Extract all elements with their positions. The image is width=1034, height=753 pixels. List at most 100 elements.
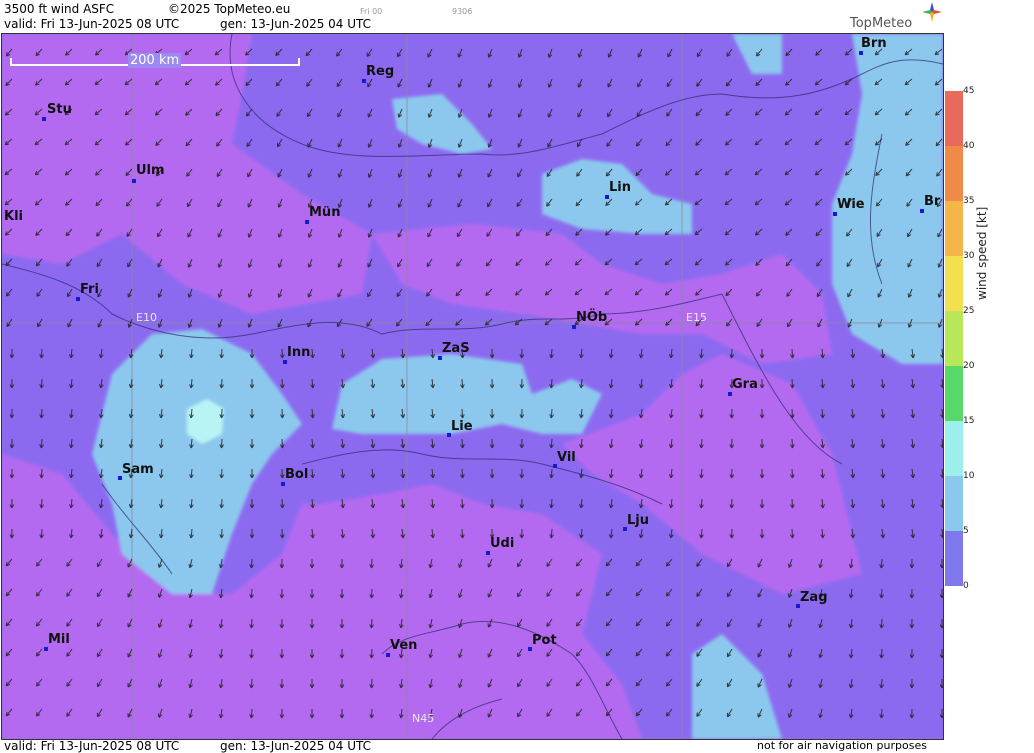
wind-field-svg (2, 34, 943, 739)
city-label: Sam (122, 462, 154, 477)
city-marker (283, 360, 287, 364)
wind-arrow-head (157, 713, 160, 718)
city-label: Fri (80, 282, 99, 297)
city-marker (132, 179, 136, 183)
scale-bar-tick-left (10, 58, 12, 66)
grid-label-e15: E15 (686, 311, 707, 324)
wind-arrow-head (517, 53, 520, 58)
wind-arrow-head (157, 563, 160, 568)
city-marker (438, 356, 442, 360)
city-label: Mün (309, 205, 341, 220)
wind-arrow-head (547, 53, 550, 58)
legend-color-band (945, 476, 963, 531)
wind-arrow-head (367, 203, 370, 208)
wind-arrow-head (907, 323, 910, 328)
wind-arrow-head (487, 53, 490, 58)
legend-color-band (945, 91, 963, 146)
scale-bar: 200 km (10, 53, 300, 68)
wind-arrow-head (397, 173, 400, 178)
wind-arrow-head (397, 203, 400, 208)
city-label: NÖb (576, 310, 608, 325)
copyright: ©2025 TopMeteo.eu (168, 2, 291, 16)
legend-tick-label: 10 (963, 471, 975, 481)
city-label: Lie (451, 419, 473, 434)
wind-arrow-head (247, 233, 250, 238)
city-marker (305, 220, 309, 224)
city-label: Lju (627, 513, 649, 528)
legend-tick-label: 15 (963, 416, 975, 426)
wind-arrow-head (307, 233, 310, 238)
wind-arrow-head (907, 293, 910, 298)
grid-label-e10: E10 (136, 311, 157, 324)
legend-color-band (945, 146, 963, 201)
legend-color-band (945, 421, 963, 476)
wind-arrow-head (427, 143, 430, 148)
wind-speed-legend (945, 91, 963, 586)
city-marker (859, 51, 863, 55)
wind-arrow-head (367, 173, 370, 178)
legend-tick-label: 5 (963, 526, 969, 536)
wind-arrow-head (277, 233, 280, 238)
wind-arrow-head (217, 293, 220, 298)
city-marker (572, 325, 576, 329)
city-marker (728, 392, 732, 396)
footer-disclaimer: not for air navigation purposes (757, 739, 927, 752)
wind-arrow-head (277, 293, 280, 298)
wind-arrow-head (157, 683, 160, 688)
city-label: Udi (490, 536, 515, 551)
product-code: 9306 (452, 7, 473, 16)
city-label: Ven (390, 638, 418, 653)
wind-arrow-head (157, 653, 160, 658)
city-marker (42, 117, 46, 121)
scale-bar-label: 200 km (128, 53, 182, 68)
legend-tick-label: 20 (963, 361, 975, 371)
wind-arrow-head (157, 593, 160, 598)
city-label: ZaS (442, 341, 470, 356)
legend-tick-label: 35 (963, 196, 975, 206)
wind-arrow-head (547, 83, 550, 88)
city-label: Brn (861, 36, 887, 51)
wind-arrow-head (337, 173, 340, 178)
wind-arrow-head (187, 323, 190, 328)
wind-arrow-head (127, 323, 130, 328)
city-marker (44, 647, 48, 651)
wind-arrow-head (247, 263, 250, 268)
legend-color-band (945, 201, 963, 256)
wind-arrow-head (517, 83, 520, 88)
product-title: 3500 ft wind ASFC (4, 2, 115, 16)
wind-arrow-head (427, 173, 430, 178)
wind-arrow-head (457, 83, 460, 88)
city-marker (833, 212, 837, 216)
legend-tick-label: 30 (963, 251, 975, 261)
wind-arrow-head (877, 323, 880, 328)
wind-map[interactable]: 200 km E10 E15 N45 Stu Reg Ulm Kli Mün L… (1, 33, 944, 740)
wind-arrow-head (217, 263, 220, 268)
city-marker (362, 79, 366, 83)
generated-time: gen: 13-Jun-2025 04 UTC (220, 17, 372, 31)
legend-color-band (945, 531, 963, 586)
city-label: Wie (837, 197, 865, 212)
wind-arrow-head (487, 83, 490, 88)
city-label: Inn (287, 345, 311, 360)
city-label: Lin (609, 180, 631, 195)
legend-color-band (945, 311, 963, 366)
city-label: Kli (4, 209, 23, 224)
city-label: Br (924, 194, 941, 209)
city-label: Reg (366, 64, 395, 79)
wind-arrow-head (517, 113, 520, 118)
city-label: Zag (800, 590, 828, 605)
city-label: Ulm (136, 163, 165, 178)
wind-arrow-head (397, 143, 400, 148)
logo-text: TopMeteo (850, 16, 913, 31)
city-marker (920, 209, 924, 213)
city-label: Gra (732, 377, 758, 392)
city-marker (281, 482, 285, 486)
legend-tick-label: 25 (963, 306, 975, 316)
city-label: Bol (285, 467, 309, 482)
topmeteo-logo[interactable]: TopMeteo (848, 2, 942, 32)
wind-arrow-head (157, 623, 160, 628)
city-marker (605, 195, 609, 199)
city-marker (486, 551, 490, 555)
city-label: Vil (557, 450, 576, 465)
wind-arrow-head (247, 293, 250, 298)
